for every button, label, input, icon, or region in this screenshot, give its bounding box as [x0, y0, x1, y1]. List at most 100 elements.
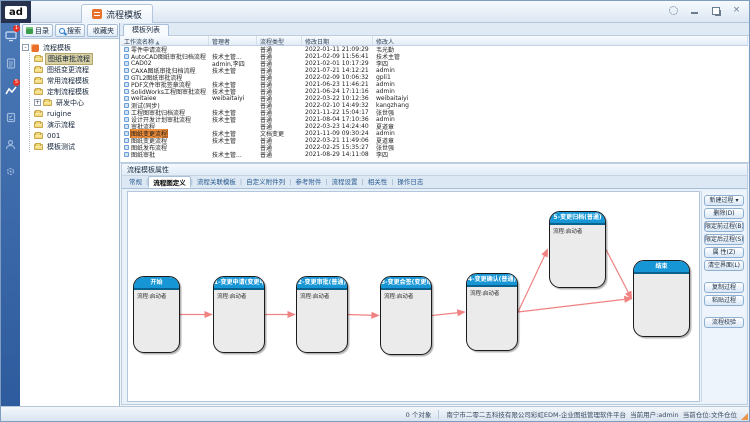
flow-node-n5[interactable]: 5-变更归档(普通)流程:启动者: [549, 211, 606, 288]
column-header[interactable]: 修改日期: [302, 36, 373, 45]
column-header[interactable]: 修改人: [373, 36, 748, 45]
table-row[interactable]: 图纸审批技术主管...普通2021-08-29 14:11:08李四: [121, 151, 748, 158]
action-button[interactable]: 限定后过程(S): [704, 234, 744, 245]
manager-cell: 技术主管...: [209, 150, 257, 159]
flow-node-n1[interactable]: 1-变更申请(变更申流程:启动者: [213, 276, 265, 353]
props-content: 开始流程:启动者1-变更申请(变更申流程:启动者2-变更审批(普通)流程:启动者…: [122, 189, 747, 404]
action-button[interactable]: 删除(D): [704, 208, 744, 219]
tree-item-label: 模板测试: [45, 142, 77, 152]
tree-item[interactable]: 模板测试: [34, 141, 117, 152]
table-row[interactable]: SolidWorks工程图审批流程技术主管普通2021-06-24 17:11:…: [121, 88, 748, 95]
iconbar: 15: [1, 23, 20, 406]
tab-流程关联模板[interactable]: 流程关联模板: [193, 176, 240, 188]
tab-常规[interactable]: 常规: [125, 176, 146, 188]
flow-node-n2[interactable]: 2-变更审批(普通)流程:启动者: [296, 276, 348, 353]
flow-canvas[interactable]: 开始流程:启动者1-变更申请(变更申流程:启动者2-变更审批(普通)流程:启动者…: [127, 191, 700, 402]
flow-edge[interactable]: [518, 250, 548, 313]
current-user: 当前用户:admin: [630, 409, 679, 419]
users-icon[interactable]: [1, 131, 20, 158]
workflow-table: 工作流名称 ▲管理者流程类型修改日期修改人 零件申请流程普通2022-01-11…: [121, 36, 748, 162]
workflow-icon: [124, 152, 129, 157]
action-button[interactable]: 流程校验: [704, 317, 744, 328]
logo-area: ad: [1, 1, 31, 23]
folder-icon: [34, 78, 43, 84]
tab-参考附件[interactable]: 参考附件: [291, 176, 325, 188]
flow-edge[interactable]: [432, 312, 465, 316]
tree-item[interactable]: 定制流程模板: [34, 86, 117, 97]
flow-node-n4[interactable]: 4-变更确认(普通)流程:启动者: [466, 273, 518, 351]
document-tab-label: 流程模板: [106, 8, 142, 21]
tree-root[interactable]: - 流程模板: [22, 42, 117, 53]
flow-node-subtitle: 流程:启动者: [467, 287, 517, 299]
tree-item[interactable]: 001: [34, 130, 117, 141]
flow-node-title: 5-变更归档(普通): [550, 212, 605, 225]
flow-node-subtitle: 流程:启动者: [134, 290, 179, 302]
tree-item[interactable]: +研发中心: [34, 97, 117, 108]
explorer-button-favorites[interactable]: 收藏夹: [87, 24, 118, 37]
action-button[interactable]: 复制过程: [704, 282, 744, 293]
tab-操作日志[interactable]: 操作日志: [393, 176, 427, 188]
column-header[interactable]: 管理者: [209, 36, 257, 45]
expand-icon[interactable]: +: [34, 99, 41, 106]
action-button[interactable]: 新建过程 ▾: [704, 195, 744, 206]
tree-item[interactable]: 图纸审批流程: [34, 53, 117, 64]
tree-item[interactable]: 常用流程模板: [34, 75, 117, 86]
date-cell: 2021-07-21 14:12:21: [302, 67, 373, 74]
folder-icon: [43, 100, 52, 106]
flow-edge[interactable]: [348, 315, 379, 316]
tree-item[interactable]: 演示流程: [34, 119, 117, 130]
activity-icon[interactable]: 5: [1, 77, 20, 104]
tab-流程图定义[interactable]: 流程图定义: [148, 176, 191, 188]
catalog-icon: [26, 27, 33, 34]
tab-相关性[interactable]: 相关性: [364, 176, 392, 188]
flow-node-end[interactable]: 结束: [633, 260, 690, 337]
manager-cell: 技术主管: [209, 136, 257, 145]
maximize-button[interactable]: [711, 6, 720, 15]
close-button[interactable]: ×: [732, 6, 741, 15]
flow-edge[interactable]: [606, 250, 632, 299]
app-window: ad 流程模板 × 15 目录搜索收藏夹 - 流程模板 图纸审批流程图纸变更流程…: [0, 0, 750, 422]
document-tab[interactable]: 流程模板: [81, 4, 153, 23]
date-cell: 2021-11-22 15:04:17: [302, 109, 373, 116]
tree-children: 图纸审批流程图纸变更流程常用流程模板定制流程模板+研发中心ruigine演示流程…: [29, 53, 117, 152]
table-row[interactable]: weitaieeweibaitaiyi普通2022-03-22 10:12:36…: [121, 95, 748, 102]
editor-cell: weibaitaiyi: [373, 95, 748, 102]
flow-node-title: 2-变更审批(普通): [297, 277, 347, 290]
type-cell: 普通: [257, 150, 302, 159]
flow-node-title: 3-变更会签(变更审: [381, 277, 431, 290]
settings-icon[interactable]: [669, 6, 678, 15]
action-button[interactable]: 粘贴过程: [704, 295, 744, 306]
workflow-name: 图纸审批: [131, 150, 155, 159]
gear-icon[interactable]: [1, 158, 20, 185]
platform-info: 南宁市二零二五科技有限公司彩虹EDM-企业图纸管理软件平台: [446, 409, 626, 419]
table-row[interactable]: CAXA图纸审批归档流程技术主管普通2021-07-21 14:12:21adm…: [121, 67, 748, 74]
date-cell: 2022-02-09 10:06:32: [302, 74, 373, 81]
flow-node-start[interactable]: 开始流程:启动者: [133, 276, 180, 353]
props-tabs: 常规|流程图定义|流程关联模板|自定义附件列|参考附件|流程设置|相关性|操作日…: [122, 176, 747, 189]
collapse-icon[interactable]: -: [22, 44, 29, 51]
column-header[interactable]: 流程类型: [257, 36, 302, 45]
properties-title: 流程模板属性: [122, 164, 747, 176]
flow-node-n3[interactable]: 3-变更会签(变更审流程:启动者: [380, 276, 432, 355]
search-label: 搜索: [67, 26, 81, 36]
tree-item[interactable]: ruigine: [34, 108, 117, 119]
minimize-button[interactable]: [690, 6, 699, 15]
explorer-button-catalog[interactable]: 目录: [22, 24, 53, 37]
tab-自定义附件列[interactable]: 自定义附件列: [242, 176, 289, 188]
document-icon[interactable]: [1, 50, 20, 77]
template-list-tab[interactable]: 模板列表: [123, 24, 169, 36]
status-bar: 0 个对象 南宁市二零二五科技有限公司彩虹EDM-企业图纸管理软件平台 当前用户…: [1, 406, 749, 421]
explorer-button-search[interactable]: 搜索: [55, 24, 85, 37]
tree-item[interactable]: 图纸变更流程: [34, 64, 117, 75]
tab-流程设置[interactable]: 流程设置: [328, 176, 362, 188]
flow-edge[interactable]: [518, 299, 632, 313]
column-header[interactable]: 工作流名称 ▲: [121, 36, 209, 45]
template-tree: - 流程模板 图纸审批流程图纸变更流程常用流程模板定制流程模板+研发中心ruig…: [20, 39, 119, 152]
tasks-icon[interactable]: [1, 104, 20, 131]
activity-icon-badge: 5: [13, 79, 20, 86]
monitor-icon[interactable]: 1: [1, 23, 20, 50]
tree-item-label: 演示流程: [45, 120, 77, 130]
action-button[interactable]: 限定前过程(B): [704, 221, 744, 232]
action-button[interactable]: 清空界面(L): [704, 260, 744, 271]
action-button[interactable]: 属 性(Z): [704, 247, 744, 258]
